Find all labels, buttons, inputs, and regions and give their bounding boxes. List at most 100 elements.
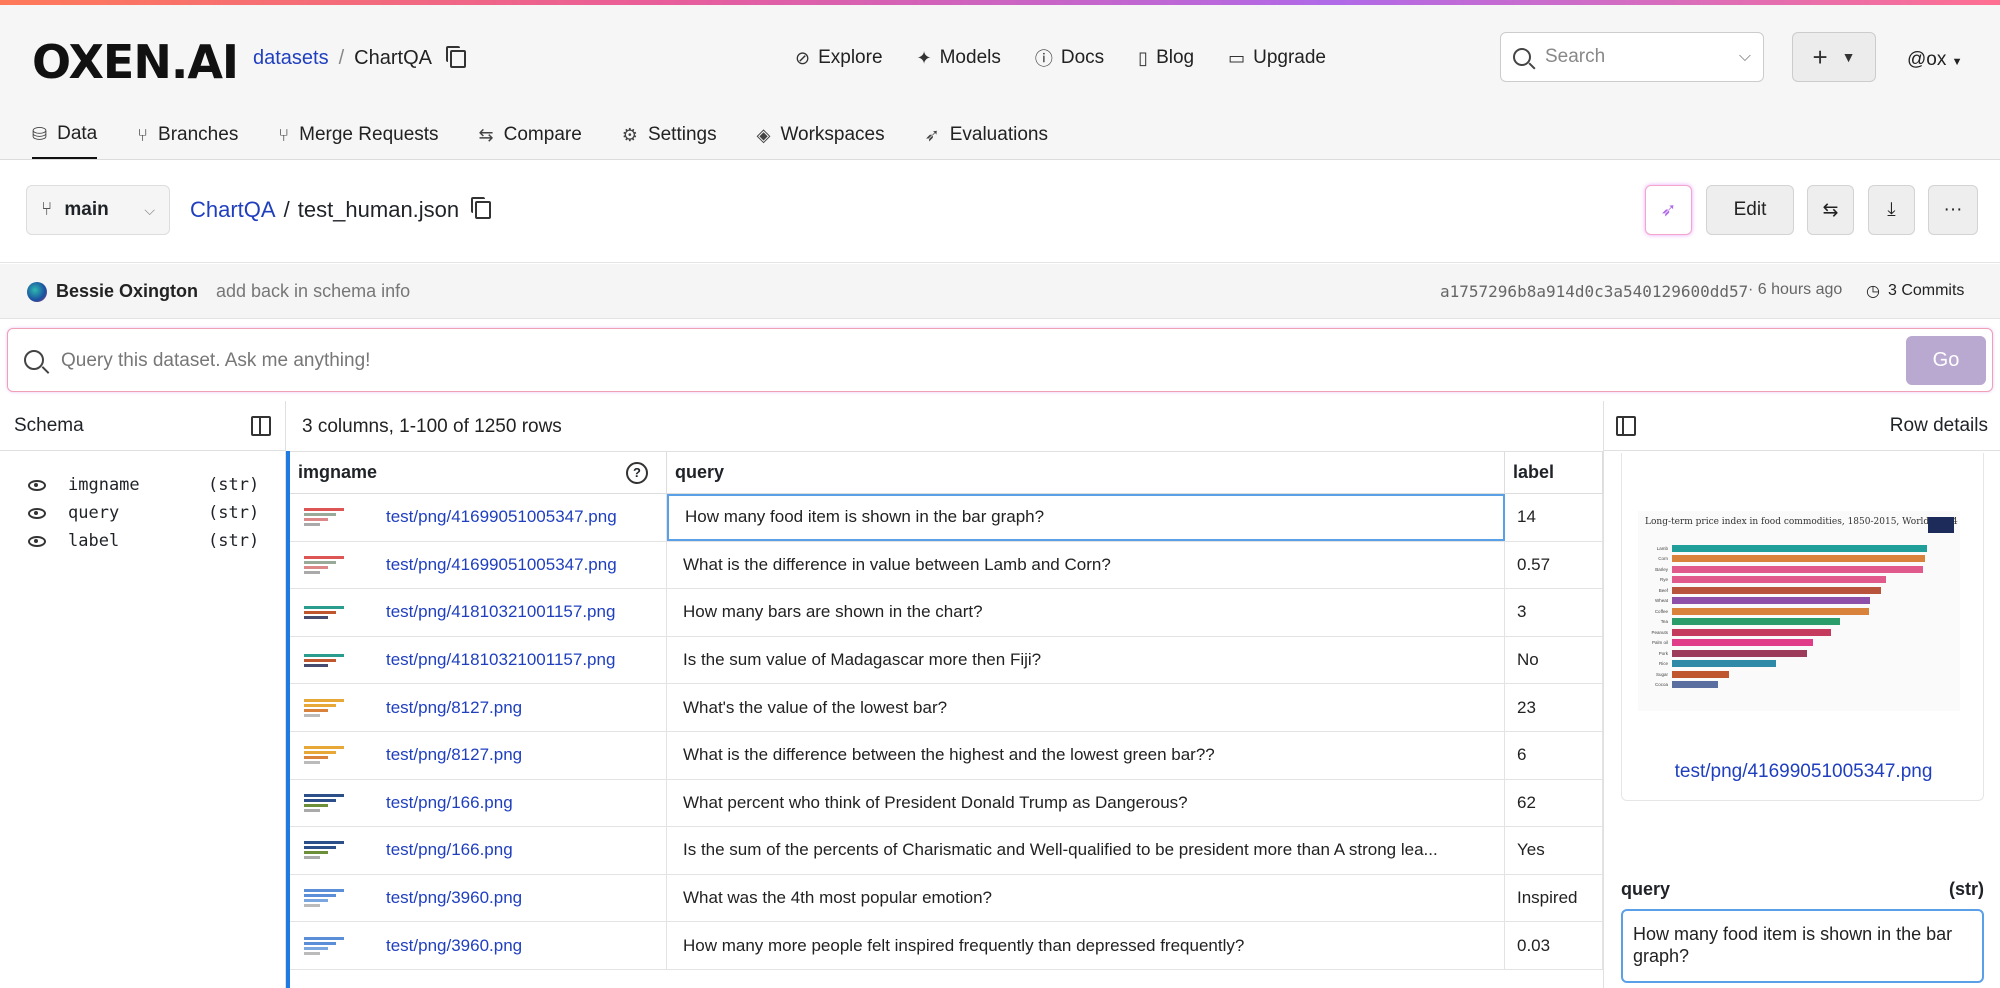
cell-label[interactable]: 0.57: [1505, 541, 1603, 589]
image-link[interactable]: test/png/8127.png: [386, 745, 522, 765]
row-thumbnail[interactable]: [304, 548, 350, 582]
eye-icon[interactable]: [28, 479, 46, 491]
image-name-link[interactable]: test/png/41699051005347.png: [1622, 761, 1985, 783]
row-thumbnail[interactable]: [304, 833, 350, 867]
table-row[interactable]: test/png/41810321001157.png How many bars…: [290, 589, 1603, 637]
column-header-imgname[interactable]: imgname?: [290, 452, 667, 493]
cell-label[interactable]: 14: [1505, 494, 1603, 541]
row-thumbnail[interactable]: [304, 643, 350, 677]
tab-data[interactable]: ⛁ Data: [32, 123, 98, 159]
image-link[interactable]: test/png/41810321001157.png: [386, 602, 615, 622]
cell-query[interactable]: How many more people felt inspired frequ…: [667, 922, 1505, 969]
breadcrumb-datasets[interactable]: datasets: [253, 47, 329, 70]
commit-author[interactable]: Bessie Oxington: [56, 281, 198, 302]
nav-explore[interactable]: ⊘ Explore: [795, 45, 883, 71]
eye-icon[interactable]: [28, 507, 46, 519]
cell-label[interactable]: No: [1505, 636, 1603, 684]
table-row[interactable]: test/png/8127.png What's the value of the…: [290, 684, 1603, 732]
cell-label[interactable]: 23: [1505, 684, 1603, 731]
eye-icon[interactable]: [28, 535, 46, 547]
cell-imgname[interactable]: test/png/166.png: [290, 779, 667, 827]
go-button[interactable]: Go: [1906, 336, 1986, 385]
cell-label[interactable]: Yes: [1505, 827, 1603, 874]
image-preview[interactable]: Long-term price index in food commoditie…: [1638, 511, 1960, 711]
image-link[interactable]: test/png/41699051005347.png: [386, 555, 617, 575]
image-link[interactable]: test/png/166.png: [386, 793, 513, 813]
cell-label[interactable]: 6: [1505, 731, 1603, 779]
row-thumbnail[interactable]: [304, 691, 350, 725]
tab-workspaces[interactable]: ◈ Workspaces: [757, 123, 885, 159]
row-thumbnail[interactable]: [304, 929, 350, 963]
cell-imgname[interactable]: test/png/8127.png: [290, 684, 667, 731]
search-input[interactable]: Search ⌵: [1500, 32, 1764, 82]
table-row[interactable]: test/png/3960.png How many more people fe…: [290, 922, 1603, 970]
breadcrumb-repo[interactable]: ChartQA: [354, 47, 432, 70]
create-button[interactable]: + ▼: [1792, 32, 1876, 82]
image-link[interactable]: test/png/41699051005347.png: [386, 507, 617, 527]
collapse-panel-icon[interactable]: [251, 415, 271, 436]
cell-label[interactable]: 3: [1505, 589, 1603, 636]
cell-imgname[interactable]: test/png/8127.png: [290, 731, 667, 779]
download-button[interactable]: ⤓: [1868, 185, 1915, 235]
compare-button[interactable]: ⇆: [1807, 185, 1854, 235]
table-row[interactable]: test/png/3960.png What was the 4th most p…: [290, 874, 1603, 923]
cell-imgname[interactable]: test/png/41699051005347.png: [290, 494, 667, 541]
image-link[interactable]: test/png/41810321001157.png: [386, 650, 615, 670]
tab-settings[interactable]: ⚙ Settings: [622, 123, 717, 159]
commits-link[interactable]: ◷ 3 Commits: [1866, 281, 1964, 301]
table-row[interactable]: test/png/8127.png What is the difference …: [290, 731, 1603, 780]
evaluate-button[interactable]: ➶: [1645, 185, 1692, 235]
help-icon[interactable]: ?: [626, 461, 648, 484]
cell-imgname[interactable]: test/png/41810321001157.png: [290, 636, 667, 684]
cell-label[interactable]: Inspired: [1505, 874, 1603, 922]
tab-branches[interactable]: ⑂ Branches: [137, 123, 238, 159]
row-thumbnail[interactable]: [304, 786, 350, 820]
query-value-field[interactable]: How many food item is shown in the bar g…: [1621, 909, 1984, 983]
user-menu[interactable]: @ox ▼: [1907, 49, 1963, 71]
tab-evaluations[interactable]: ➶ Evaluations: [925, 123, 1048, 159]
commit-hash[interactable]: a1757296b8a914d0c3a540129600dd57: [1440, 282, 1748, 301]
table-row[interactable]: test/png/41699051005347.png How many food…: [290, 494, 1603, 542]
nav-blog[interactable]: ▯ Blog: [1138, 45, 1194, 71]
table-row[interactable]: test/png/41810321001157.png Is the sum va…: [290, 636, 1603, 685]
expand-panel-icon[interactable]: [1616, 415, 1636, 436]
image-link[interactable]: test/png/166.png: [386, 840, 513, 860]
cell-query[interactable]: What was the 4th most popular emotion?: [667, 874, 1505, 922]
file-path-repo[interactable]: ChartQA: [190, 197, 276, 223]
nav-models[interactable]: ✦ Models: [917, 45, 1001, 71]
cell-imgname[interactable]: test/png/3960.png: [290, 874, 667, 922]
row-thumbnail[interactable]: [304, 738, 350, 772]
image-link[interactable]: test/png/3960.png: [386, 888, 522, 908]
cell-query[interactable]: What is the difference between the highe…: [667, 731, 1505, 779]
table-row[interactable]: test/png/166.png Is the sum of the percen…: [290, 827, 1603, 875]
row-thumbnail[interactable]: [304, 595, 350, 629]
cell-imgname[interactable]: test/png/41810321001157.png: [290, 589, 667, 636]
logo[interactable]: OXEN.AI: [32, 35, 239, 89]
cell-query[interactable]: What percent who think of President Dona…: [667, 779, 1505, 827]
more-button[interactable]: ···: [1928, 185, 1978, 235]
query-input[interactable]: Query this dataset. Ask me anything! Go: [7, 328, 1993, 392]
tab-merge-requests[interactable]: ⑂ Merge Requests: [278, 123, 438, 159]
copy-icon[interactable]: [445, 45, 466, 68]
edit-button[interactable]: Edit: [1706, 185, 1794, 235]
column-header-query[interactable]: query: [667, 452, 1505, 493]
cell-imgname[interactable]: test/png/3960.png: [290, 922, 667, 969]
table-row[interactable]: test/png/41699051005347.png What is the d…: [290, 541, 1603, 590]
cell-query[interactable]: How many bars are shown in the chart?: [667, 589, 1505, 636]
cell-label[interactable]: 0.03: [1505, 922, 1603, 969]
copy-icon[interactable]: [471, 197, 492, 219]
cell-query[interactable]: How many food item is shown in the bar g…: [667, 494, 1505, 541]
branch-selector[interactable]: ⑂ main ⌵: [26, 185, 170, 235]
image-link[interactable]: test/png/8127.png: [386, 698, 522, 718]
column-header-label[interactable]: label: [1505, 452, 1603, 493]
tab-compare[interactable]: ⇆ Compare: [479, 123, 582, 159]
nav-upgrade[interactable]: ▭ Upgrade: [1228, 45, 1326, 71]
cell-query[interactable]: What is the difference in value between …: [667, 541, 1505, 589]
cell-query[interactable]: Is the sum value of Madagascar more then…: [667, 636, 1505, 684]
cell-label[interactable]: 62: [1505, 779, 1603, 827]
row-thumbnail[interactable]: [304, 500, 350, 534]
image-link[interactable]: test/png/3960.png: [386, 936, 522, 956]
cell-imgname[interactable]: test/png/41699051005347.png: [290, 541, 667, 589]
nav-docs[interactable]: ⓘ Docs: [1035, 45, 1104, 71]
cell-query[interactable]: What's the value of the lowest bar?: [667, 684, 1505, 731]
